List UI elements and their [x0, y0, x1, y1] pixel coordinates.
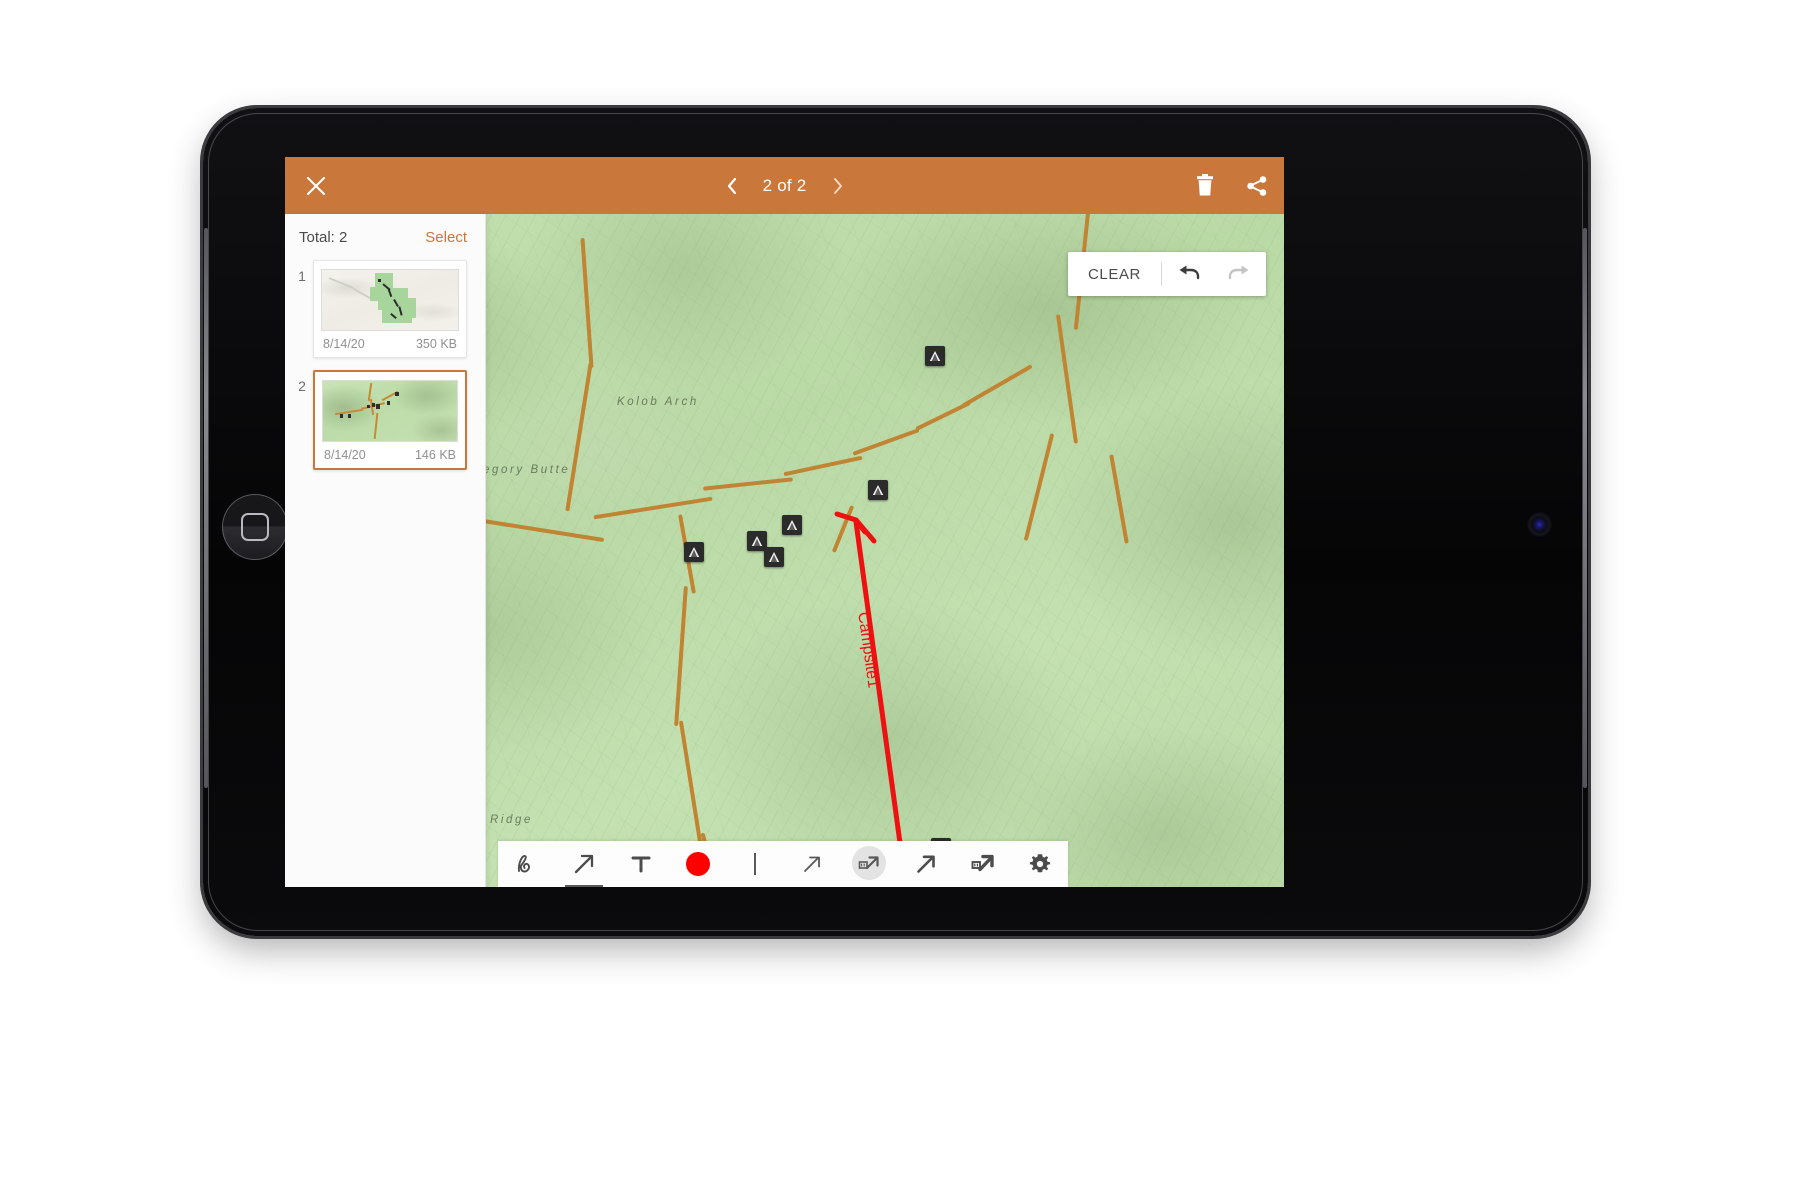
map-label-kolob-arch: Kolob Arch: [617, 396, 699, 408]
trail-path: [1055, 314, 1079, 444]
front-camera: [1529, 514, 1550, 535]
trail-path: [593, 496, 713, 520]
trail-path: [703, 477, 793, 491]
campsite-tent-icon: [751, 536, 763, 546]
share-button[interactable]: [1242, 171, 1272, 201]
total-count-label: Total: 2: [299, 228, 348, 246]
list-item[interactable]: 1 8/14/20 350 KB: [285, 260, 485, 358]
list-item-index: 1: [298, 268, 306, 284]
campsite-marker[interactable]: [868, 480, 888, 500]
home-button[interactable]: [222, 494, 288, 560]
thumbnail-size: 146 KB: [414, 448, 456, 462]
next-page-button[interactable]: [826, 171, 848, 201]
campsite-marker[interactable]: [782, 515, 802, 535]
annotation-arrow: [834, 511, 907, 875]
annotation-edit-panel: CLEAR: [1067, 252, 1266, 296]
screenshot-root: Kolob Arch Gregory Butte le Ridge Campsi…: [0, 0, 1800, 1200]
arrow-labeled-bold-tool[interactable]: [958, 841, 1008, 887]
select-button[interactable]: Select: [425, 229, 467, 246]
thumbnail-card-2[interactable]: 8/14/20 146 KB: [313, 370, 467, 470]
campsite-marker[interactable]: [925, 346, 945, 366]
undo-button[interactable]: [1162, 252, 1214, 296]
gallery-sidebar: Total: 2 Select 1 8/14/20 350 KB 2 8/14/…: [285, 214, 486, 887]
arrow-labeled-bold-icon: [971, 854, 994, 872]
text-tool[interactable]: [616, 841, 666, 887]
arrow-up-right-icon: [574, 854, 593, 874]
trail-path: [580, 238, 594, 368]
campsite-tent-icon: [688, 547, 700, 557]
arrow-medium-icon: [916, 855, 935, 873]
arrow-medium-tool[interactable]: [901, 841, 951, 887]
thumbnail-card-1[interactable]: 8/14/20 350 KB: [313, 260, 467, 358]
redo-button[interactable]: [1214, 252, 1266, 296]
trail-path: [674, 586, 688, 726]
scribble-icon: [517, 855, 530, 873]
device-screen: Kolob Arch Gregory Butte le Ridge Campsi…: [285, 157, 1284, 887]
annotation-text-label: Campsite1: [854, 611, 882, 690]
thumbnail-date: 8/14/20: [323, 337, 365, 351]
clear-button[interactable]: CLEAR: [1068, 252, 1161, 296]
campsite-tent-icon: [786, 520, 798, 530]
freehand-draw-tool[interactable]: [502, 841, 552, 887]
thumbnail-image: [322, 380, 458, 442]
settings-tool[interactable]: [1015, 841, 1065, 887]
page-indicator-label: 2 of 2: [762, 175, 807, 195]
color-swatch-tool[interactable]: [673, 841, 723, 887]
annotation-toolbar: [498, 841, 1068, 887]
tablet-device: Kolob Arch Gregory Butte le Ridge Campsi…: [203, 108, 1588, 936]
chevron-left-icon: [727, 177, 736, 194]
thumbnail-date: 8/14/20: [324, 448, 366, 462]
trail-path: [1023, 433, 1055, 541]
campsite-tent-icon: [768, 552, 780, 562]
gear-icon: [1029, 854, 1050, 873]
vertical-line-icon: [753, 853, 756, 875]
trail-path: [565, 362, 593, 512]
campsite-tent-icon: [929, 351, 941, 361]
list-item[interactable]: 2 8/14/20 146 KB: [285, 370, 485, 470]
red-circle-icon: [685, 852, 710, 876]
trail-path: [1109, 454, 1129, 544]
thumbnail-size: 350 KB: [415, 337, 457, 351]
sidebar-header: Total: 2 Select: [285, 214, 485, 260]
delete-button[interactable]: [1190, 171, 1220, 201]
list-item-index: 2: [298, 378, 306, 394]
share-icon: [1247, 175, 1267, 196]
trail-path: [961, 364, 1033, 408]
trail-path: [678, 720, 704, 850]
arrow-thin-tool[interactable]: [787, 841, 837, 887]
device-side-rail-left: [204, 228, 208, 788]
stroke-width-tool[interactable]: [730, 841, 780, 887]
undo-arrow-icon: [1179, 265, 1200, 280]
campsite-tent-icon: [872, 485, 884, 495]
trail-path: [831, 505, 855, 553]
redo-arrow-icon: [1228, 265, 1249, 280]
chevron-right-icon: [834, 177, 843, 194]
page-navigation: 2 of 2: [285, 157, 1284, 214]
thumbnail-meta: 8/14/20 350 KB: [321, 331, 459, 353]
trail-path: [783, 455, 863, 477]
text-t-icon: [631, 856, 650, 873]
campsite-marker[interactable]: [764, 547, 784, 567]
arrow-tool[interactable]: [559, 841, 609, 887]
arrow-thin-icon: [803, 856, 820, 872]
campsite-marker[interactable]: [684, 542, 704, 562]
device-side-rail-right: [1583, 228, 1587, 788]
thumbnail-meta: 8/14/20 146 KB: [322, 442, 458, 464]
arrow-labeled-icon: [858, 856, 879, 870]
trail-path: [852, 428, 920, 456]
home-button-square-icon: [241, 513, 269, 541]
previous-page-button[interactable]: [721, 171, 743, 201]
trash-icon: [1197, 174, 1213, 196]
app-top-bar: 2 of 2: [285, 157, 1284, 214]
arrow-labeled-tool[interactable]: [844, 841, 894, 887]
top-bar-actions: [1190, 157, 1272, 214]
thumbnail-image: [321, 269, 459, 331]
